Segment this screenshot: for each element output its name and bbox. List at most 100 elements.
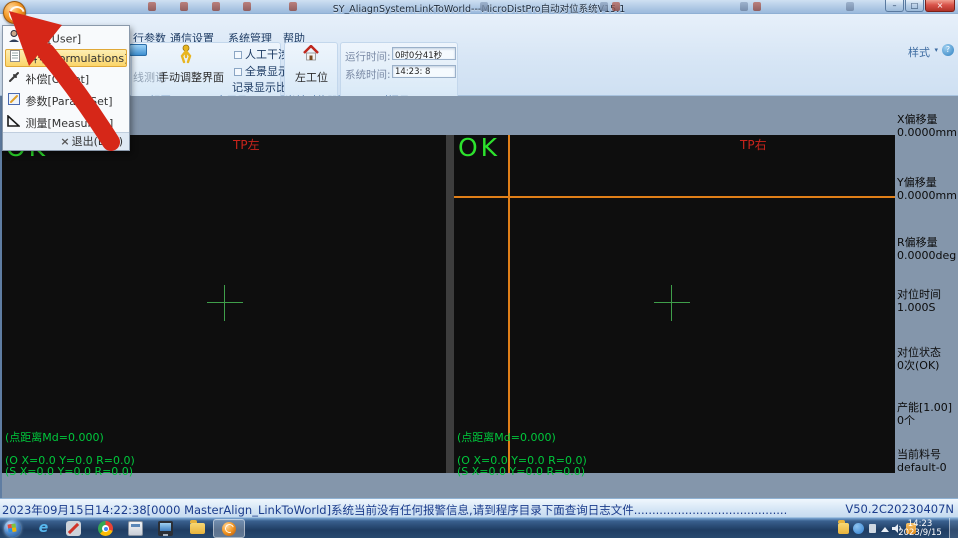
style-button[interactable]: 样式: [908, 44, 930, 60]
checkbox-label[interactable]: 人工干涉: [245, 48, 289, 61]
microdistpro-app-icon: [222, 522, 236, 536]
titlebar-artifact-icon: [600, 2, 608, 11]
checkbox-icon[interactable]: [234, 51, 242, 59]
internet-explorer-icon[interactable]: e: [36, 521, 51, 536]
chrome-icon[interactable]: [98, 521, 113, 536]
windows-flag-icon: [7, 523, 16, 532]
metric-value: 0次(OK): [897, 359, 957, 372]
manual-adjust-person-icon: [178, 44, 194, 64]
metric-value: 0.0000mm: [897, 126, 957, 139]
titlebar-artifact-icon: [212, 2, 220, 11]
crosshair-icon: [207, 285, 243, 321]
status-message: 2023年09月15日14:22:38[0000 MasterAlign_Lin…: [2, 502, 787, 518]
close-icon: ×: [60, 135, 69, 148]
menu-item-measuring[interactable]: 测量[Measuring]: [5, 115, 127, 133]
tray-folder-icon[interactable]: [838, 523, 849, 534]
show-desktop-button[interactable]: [949, 518, 958, 538]
left-station-button[interactable]: 左工位: [295, 69, 328, 85]
metric-value: 0个: [897, 414, 957, 427]
run-time-label: 运行时间:: [345, 49, 391, 64]
menu-item-offset[interactable]: 补偿[Offset]: [5, 71, 127, 89]
sys-time-field: 14:23: 8: [392, 65, 456, 78]
close-button[interactable]: ×: [925, 0, 955, 12]
menu-item-label: 补偿[Offset]: [26, 73, 90, 86]
camera-panel-right: TP右 OK (点距离Md=0.000) (O X=0.0 Y=0.0 R=0.…: [454, 135, 895, 473]
menu-item-exit[interactable]: ×退出(Exit): [3, 132, 129, 150]
titlebar-artifact-icon: [612, 2, 620, 11]
checkbox-icon[interactable]: [234, 68, 242, 76]
clock-date: 2023/9/15: [894, 529, 946, 538]
maximize-button[interactable]: □: [905, 0, 924, 12]
application-window: SY_AliagnSystemLinkToWorld---MicroDistPr…: [0, 0, 958, 538]
taskbar-clock[interactable]: 14:23 2023/9/15: [894, 520, 946, 538]
panel-divider: [446, 135, 454, 473]
titlebar-artifact-icon: [289, 2, 297, 11]
tray-update-icon[interactable]: [853, 523, 864, 534]
tray-expand-icon[interactable]: [881, 527, 889, 532]
metric-value: 1.000S: [897, 301, 957, 314]
titlebar-artifact-icon: [740, 2, 748, 11]
left-station-house-icon: [302, 45, 320, 61]
menu-item-label: 料号[Formulations]: [27, 52, 128, 65]
titlebar-artifact-icon: [753, 2, 761, 11]
distance-readout-left: (点距离Md=0.000): [5, 429, 104, 445]
titlebar-artifact-icon: [243, 2, 251, 11]
taskbar: e 14:23 2023/9/15: [0, 517, 958, 538]
metric-current-part: 当前料号 default-0: [897, 448, 957, 474]
active-app-taskbar-button[interactable]: [213, 519, 245, 538]
calculator-icon[interactable]: [128, 521, 143, 536]
chevron-down-icon[interactable]: ▾: [934, 46, 938, 54]
menu-item-label: 参数[Param Set]: [26, 95, 113, 108]
menu-item-formulations[interactable]: 料号[Formulations]: [5, 49, 127, 67]
help-icon[interactable]: ?: [942, 44, 954, 56]
camera-panel-left: TP左 OK (点距离Md=0.000) (O X=0.0 Y=0.0 R=0.…: [2, 135, 446, 473]
minimize-button[interactable]: –: [885, 0, 904, 12]
measure-triangle-icon: [5, 115, 22, 133]
metric-x-offset: X偏移量 0.0000mm: [897, 113, 957, 139]
s-readout-left: (S X=0.0 Y=0.0 R=0.0): [5, 465, 133, 478]
tray-status-icon[interactable]: [869, 524, 876, 533]
manual-adjust-button[interactable]: 手动调整界面: [158, 69, 224, 85]
titlebar-artifact-icon: [846, 2, 854, 11]
file-explorer-icon[interactable]: [190, 523, 205, 534]
crosshair-icon: [654, 285, 690, 321]
tp-left-label: TP左: [233, 136, 260, 153]
param-edit-icon: [5, 93, 22, 111]
menu-item-label: 用户[User]: [26, 33, 82, 46]
metric-value: default-0: [897, 461, 957, 474]
run-time-field: 0时0分41秒: [392, 47, 456, 60]
metric-align-time: 对位时间 1.000S: [897, 288, 957, 314]
window-title: SY_AliagnSystemLinkToWorld---MicroDistPr…: [0, 1, 958, 15]
user-icon: [5, 30, 22, 48]
distance-readout-right: (点距离Md=0.000): [457, 429, 556, 445]
start-button[interactable]: [4, 520, 21, 537]
metric-label: 对位状态: [897, 346, 957, 359]
metric-capacity: 产能[1.00] 0个: [897, 401, 957, 427]
disabled-device-icon[interactable]: [66, 521, 81, 536]
alignment-line-vertical: [508, 135, 510, 473]
titlebar-artifact-icon: [148, 2, 156, 11]
wrench-icon: [5, 71, 22, 89]
s-readout-right: (S X=0.0 Y=0.0 R=0.0): [457, 465, 585, 478]
metric-label: R偏移量: [897, 236, 957, 249]
menu-item-param[interactable]: 参数[Param Set]: [5, 93, 127, 111]
computer-icon[interactable]: [158, 521, 173, 536]
tp-right-label: TP右: [740, 136, 767, 153]
document-icon: [6, 50, 23, 67]
status-bar: 2023年09月15日14:22:38[0000 MasterAlign_Lin…: [0, 498, 958, 517]
metric-label: 当前料号: [897, 448, 957, 461]
title-bar: SY_AliagnSystemLinkToWorld---MicroDistPr…: [0, 0, 958, 14]
version-label: V50.2C20230407N: [845, 502, 954, 516]
ok-status-right: OK: [458, 133, 500, 162]
menu-item-user[interactable]: 用户[User]: [5, 30, 127, 48]
metric-label: 对位时间: [897, 288, 957, 301]
checkbox-manual-intervention[interactable]: 人工干涉: [234, 46, 289, 62]
checkbox-full-view[interactable]: 全景显示: [234, 63, 289, 79]
sys-time-label: 系统时间:: [345, 67, 391, 82]
camera-icon[interactable]: [129, 44, 147, 56]
app-orb-button[interactable]: [3, 1, 26, 24]
titlebar-artifact-icon: [480, 2, 488, 11]
metric-value: 0.0000mm: [897, 189, 957, 202]
app-menu-dropdown: 用户[User] 料号[Formulations] 补偿[Offset] 参数[…: [2, 25, 130, 151]
checkbox-label[interactable]: 全景显示: [245, 65, 289, 78]
